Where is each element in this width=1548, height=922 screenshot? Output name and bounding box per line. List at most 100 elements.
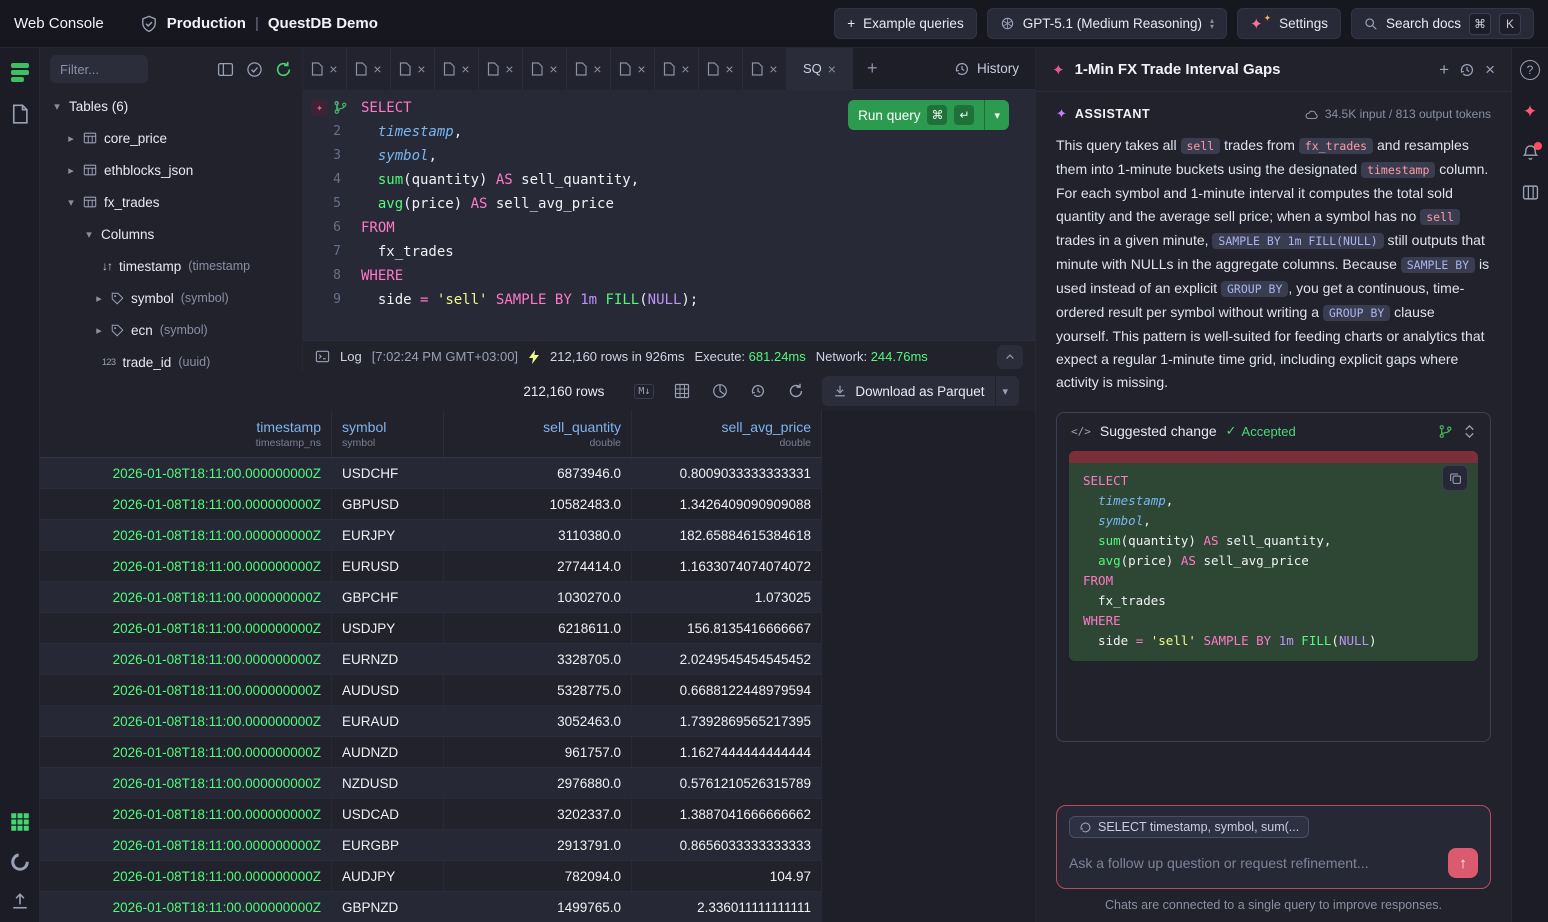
file-icon[interactable] bbox=[11, 104, 29, 124]
example-queries-button[interactable]: + Example queries bbox=[834, 8, 976, 39]
close-tab-icon[interactable]: × bbox=[828, 61, 836, 77]
sidebar-item-core-price[interactable]: ▸ core_price bbox=[40, 122, 302, 154]
ai-assistant-icon[interactable]: ✦ bbox=[1523, 102, 1537, 122]
import-icon[interactable] bbox=[11, 892, 29, 910]
questdb-logo-icon[interactable] bbox=[8, 60, 32, 84]
editor-tab[interactable]: × bbox=[611, 48, 655, 90]
table-row[interactable]: 2026-01-08T18:11:00.000000000ZAUDJPY7820… bbox=[40, 861, 822, 892]
status-badge: ✓ Accepted bbox=[1226, 423, 1296, 439]
followup-input[interactable] bbox=[1069, 855, 1438, 871]
editor-tab[interactable]: SQ× bbox=[787, 48, 853, 90]
run-options-icon[interactable]: ▾ bbox=[985, 109, 1009, 122]
grid-header: timestamp timestamp_ns symbol symbol sel… bbox=[40, 410, 822, 458]
column-header-symbol[interactable]: symbol symbol bbox=[332, 410, 444, 457]
table-row[interactable]: 2026-01-08T18:11:00.000000000ZEURUSD2774… bbox=[40, 551, 822, 582]
close-tab-icon[interactable]: × bbox=[373, 61, 381, 77]
editor-tab[interactable]: × bbox=[435, 48, 479, 90]
filter-input[interactable] bbox=[50, 55, 148, 83]
check-circle-icon[interactable] bbox=[246, 61, 263, 78]
column-item-trade-id[interactable]: 123 trade_id (uuid) bbox=[40, 346, 302, 372]
layout-icon[interactable] bbox=[217, 61, 234, 78]
column-header-sell-quantity[interactable]: sell_quantity double bbox=[444, 410, 632, 457]
branch-icon[interactable] bbox=[1438, 424, 1453, 439]
table-row[interactable]: 2026-01-08T18:11:00.000000000ZUSDCHF6873… bbox=[40, 458, 822, 489]
close-tab-icon[interactable]: × bbox=[505, 61, 513, 77]
close-tab-icon[interactable]: × bbox=[681, 61, 689, 77]
table-row[interactable]: 2026-01-08T18:11:00.000000000ZUSDJPY6218… bbox=[40, 613, 822, 644]
editor-tab[interactable]: × bbox=[567, 48, 611, 90]
download-parquet-button[interactable]: Download as Parquet ▾ bbox=[822, 376, 1019, 406]
column-item-timestamp[interactable]: ↓↑ timestamp (timestamp bbox=[40, 250, 302, 282]
sql-editor[interactable]: ✦ 1SELECT2 timestamp,3 symbol,4 sum(quan… bbox=[303, 90, 1035, 340]
notifications-icon[interactable] bbox=[1522, 144, 1539, 162]
column-header-timestamp[interactable]: timestamp timestamp_ns bbox=[40, 410, 332, 457]
close-tab-icon[interactable]: × bbox=[461, 61, 469, 77]
editor-tab[interactable]: × bbox=[699, 48, 743, 90]
log-label: Log bbox=[340, 349, 362, 364]
editor-tab[interactable]: × bbox=[743, 48, 787, 90]
help-icon[interactable]: ? bbox=[1520, 60, 1540, 80]
table-row[interactable]: 2026-01-08T18:11:00.000000000ZGBPUSD1058… bbox=[40, 489, 822, 520]
sidebar-item-fx-trades[interactable]: ▾ fx_trades bbox=[40, 186, 302, 218]
column-item-symbol[interactable]: ▸ symbol (symbol) bbox=[40, 282, 302, 314]
run-query-button[interactable]: Run query ⌘ ↵ ▾ bbox=[848, 100, 1009, 130]
close-tab-icon[interactable]: × bbox=[637, 61, 645, 77]
download-options-icon[interactable]: ▾ bbox=[1002, 385, 1008, 398]
chart-view-icon[interactable] bbox=[10, 852, 30, 872]
ai-edit-marker-icon[interactable]: ✦ bbox=[311, 99, 328, 116]
new-chat-button[interactable]: + bbox=[1439, 60, 1449, 80]
grid-icon[interactable] bbox=[670, 379, 694, 403]
close-tab-icon[interactable]: × bbox=[417, 61, 425, 77]
columns-group[interactable]: ▾ Columns bbox=[40, 218, 302, 250]
close-tab-icon[interactable]: × bbox=[725, 61, 733, 77]
columns-panel-icon[interactable] bbox=[1522, 184, 1539, 201]
editor-tab[interactable]: × bbox=[523, 48, 567, 90]
model-selector[interactable]: GPT-5.1 (Medium Reasoning) ▴▾ bbox=[987, 8, 1227, 39]
sidebar-item-ethblocks-json[interactable]: ▸ ethblocks_json bbox=[40, 154, 302, 186]
editor-tab[interactable]: × bbox=[479, 48, 523, 90]
table-row[interactable]: 2026-01-08T18:11:00.000000000ZAUDUSD5328… bbox=[40, 675, 822, 706]
close-tab-icon[interactable]: × bbox=[593, 61, 601, 77]
refresh-icon[interactable] bbox=[275, 61, 292, 78]
table-row[interactable]: 2026-01-08T18:11:00.000000000ZEURJPY3110… bbox=[40, 520, 822, 551]
history-button[interactable]: History bbox=[938, 61, 1035, 77]
table-row[interactable]: 2026-01-08T18:11:00.000000000ZAUDNZD9617… bbox=[40, 737, 822, 768]
close-tab-icon[interactable]: × bbox=[549, 61, 557, 77]
composer[interactable]: SELECT timestamp, symbol, sum(... ↑ bbox=[1056, 805, 1491, 889]
log-bar: Log [7:02:24 PM GMT+03:00] 212,160 rows … bbox=[303, 340, 1035, 372]
table-row[interactable]: 2026-01-08T18:11:00.000000000ZEURGBP2913… bbox=[40, 830, 822, 861]
chat-history-button[interactable] bbox=[1459, 62, 1475, 78]
tables-tree-header[interactable]: ▾ Tables (6) bbox=[40, 90, 302, 122]
refresh-icon[interactable] bbox=[784, 379, 808, 403]
context-chip[interactable]: SELECT timestamp, symbol, sum(... bbox=[1069, 816, 1309, 838]
table-row[interactable]: 2026-01-08T18:11:00.000000000ZGBPCHF1030… bbox=[40, 582, 822, 613]
editor-tab[interactable]: × bbox=[347, 48, 391, 90]
editor-tab[interactable]: × bbox=[655, 48, 699, 90]
markdown-icon[interactable]: M↓ bbox=[632, 379, 656, 403]
send-button[interactable]: ↑ bbox=[1448, 848, 1478, 878]
close-tab-icon[interactable]: × bbox=[769, 61, 777, 77]
close-tab-icon[interactable]: × bbox=[329, 61, 337, 77]
branch-icon[interactable] bbox=[333, 100, 348, 115]
table-row[interactable]: 2026-01-08T18:11:00.000000000ZGBPNZD1499… bbox=[40, 892, 822, 922]
grid-view-icon[interactable] bbox=[10, 812, 30, 832]
history-icon[interactable] bbox=[746, 379, 770, 403]
settings-button[interactable]: ✦✦ Settings bbox=[1237, 8, 1341, 39]
collapse-log-button[interactable] bbox=[997, 345, 1023, 369]
settings-sparkle-icon: ✦ bbox=[1250, 15, 1263, 33]
new-tab-button[interactable]: + bbox=[853, 58, 892, 79]
column-header-sell-avg-price[interactable]: sell_avg_price double bbox=[632, 410, 822, 457]
editor-tab[interactable]: × bbox=[391, 48, 435, 90]
chart-icon[interactable] bbox=[708, 379, 732, 403]
close-panel-button[interactable]: × bbox=[1485, 60, 1495, 80]
copy-button[interactable] bbox=[1442, 465, 1468, 491]
table-row[interactable]: 2026-01-08T18:11:00.000000000ZEURAUD3052… bbox=[40, 706, 822, 737]
table-row[interactable]: 2026-01-08T18:11:00.000000000ZUSDCAD3202… bbox=[40, 799, 822, 830]
expand-icon[interactable] bbox=[1463, 424, 1476, 439]
table-row[interactable]: 2026-01-08T18:11:00.000000000ZNZDUSD2976… bbox=[40, 768, 822, 799]
column-item-ecn[interactable]: ▸ ecn (symbol) bbox=[40, 314, 302, 346]
editor-tab[interactable]: × bbox=[303, 48, 347, 90]
search-docs-button[interactable]: Search docs ⌘ K bbox=[1351, 8, 1534, 39]
table-row[interactable]: 2026-01-08T18:11:00.000000000ZEURNZD3328… bbox=[40, 644, 822, 675]
inline-code-chip: SAMPLE BY 1m FILL(NULL) bbox=[1212, 233, 1383, 249]
